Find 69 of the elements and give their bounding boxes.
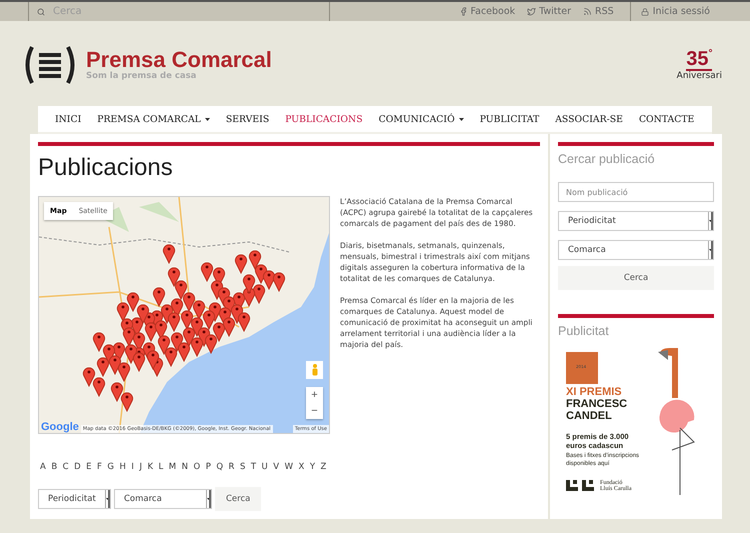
- letter-link[interactable]: L: [158, 462, 164, 472]
- letter-link[interactable]: A: [40, 462, 46, 472]
- letter-link[interactable]: K: [147, 462, 154, 472]
- letter-link[interactable]: U: [262, 462, 268, 472]
- search-button[interactable]: Cerca: [558, 266, 714, 290]
- letter-link[interactable]: I: [131, 462, 134, 472]
- caret-icon: [207, 498, 209, 500]
- zoom-out-button[interactable]: −: [306, 403, 323, 419]
- anniversary-number: 35°: [686, 48, 712, 70]
- logo-icon: [24, 44, 76, 84]
- region-select[interactable]: Comarca: [558, 240, 714, 260]
- zoom-in-button[interactable]: +: [306, 387, 323, 403]
- person-icon: [312, 364, 318, 376]
- letter-link[interactable]: E: [86, 462, 92, 472]
- sidebar-title: Publicitat: [558, 324, 610, 338]
- caret-icon: [709, 220, 711, 222]
- letter-link[interactable]: N: [182, 462, 188, 472]
- caret-icon: [106, 498, 108, 500]
- nav-item[interactable]: INICI: [47, 114, 90, 124]
- map-logo: Google: [40, 421, 80, 433]
- nav-item[interactable]: PREMSA COMARCAL: [89, 114, 218, 124]
- facebook-icon: [458, 7, 468, 16]
- logo-name: Premsa Comarcal: [86, 48, 272, 70]
- lock-icon: [640, 8, 649, 16]
- letter-link[interactable]: T: [250, 462, 256, 472]
- nav-item[interactable]: CONTACTE: [630, 114, 702, 124]
- anniversary-label: Aniversari: [676, 70, 722, 80]
- letter-link[interactable]: W: [284, 462, 294, 472]
- letter-link[interactable]: P: [206, 462, 211, 472]
- ad-subtitle: FRANCESC: [566, 398, 628, 410]
- caret-icon: [709, 249, 711, 251]
- letter-link[interactable]: V: [273, 462, 280, 472]
- letter-link[interactable]: R: [228, 462, 234, 472]
- rss-icon: [583, 7, 592, 16]
- letter-link[interactable]: O: [193, 462, 200, 472]
- periodicity-select[interactable]: Periodicitat: [38, 489, 111, 509]
- letter-link[interactable]: H: [120, 462, 126, 472]
- sidebar-title: Cercar publicació: [558, 152, 656, 166]
- letter-link[interactable]: X: [298, 462, 304, 472]
- nav-item[interactable]: ASSOCIAR-SE: [547, 114, 631, 124]
- letter-link[interactable]: C: [62, 462, 69, 472]
- nav-item[interactable]: PUBLICACIONS: [277, 114, 371, 124]
- street-view-button[interactable]: [306, 361, 323, 379]
- foundation-logo-icon: [566, 480, 596, 492]
- nav-item[interactable]: PUBLICITAT: [472, 114, 548, 124]
- letter-link[interactable]: Y: [310, 462, 316, 472]
- caret-icon: [458, 118, 464, 120]
- search-icon: [37, 8, 45, 16]
- search-button[interactable]: Cerca: [215, 487, 262, 511]
- letter-link[interactable]: S: [240, 462, 246, 472]
- caret-icon: [204, 118, 210, 120]
- twitter-icon: [527, 7, 536, 16]
- region-select[interactable]: Comarca: [114, 489, 212, 509]
- ad-title: XI PREMIS: [566, 386, 623, 398]
- letter-link[interactable]: M: [168, 462, 176, 472]
- letter-link[interactable]: B: [51, 462, 58, 472]
- publication-name-field[interactable]: Nom publicació: [558, 182, 714, 202]
- nav-item[interactable]: SERVEIS: [218, 114, 278, 124]
- letter-link[interactable]: Z: [320, 462, 326, 472]
- letter-link[interactable]: Q: [216, 462, 224, 472]
- letter-link[interactable]: F: [97, 462, 102, 472]
- periodicity-select[interactable]: Periodicitat: [558, 211, 714, 231]
- logo-tagline: Som la premsa de casa: [86, 70, 198, 80]
- page-title: Publicacions: [38, 154, 174, 182]
- ad-subtitle: CANDEL: [566, 410, 613, 422]
- nav-item[interactable]: COMUNICACIÓ: [370, 114, 472, 124]
- letter-link[interactable]: D: [74, 462, 81, 472]
- letter-link[interactable]: G: [107, 462, 114, 472]
- letter-link[interactable]: J: [139, 462, 142, 472]
